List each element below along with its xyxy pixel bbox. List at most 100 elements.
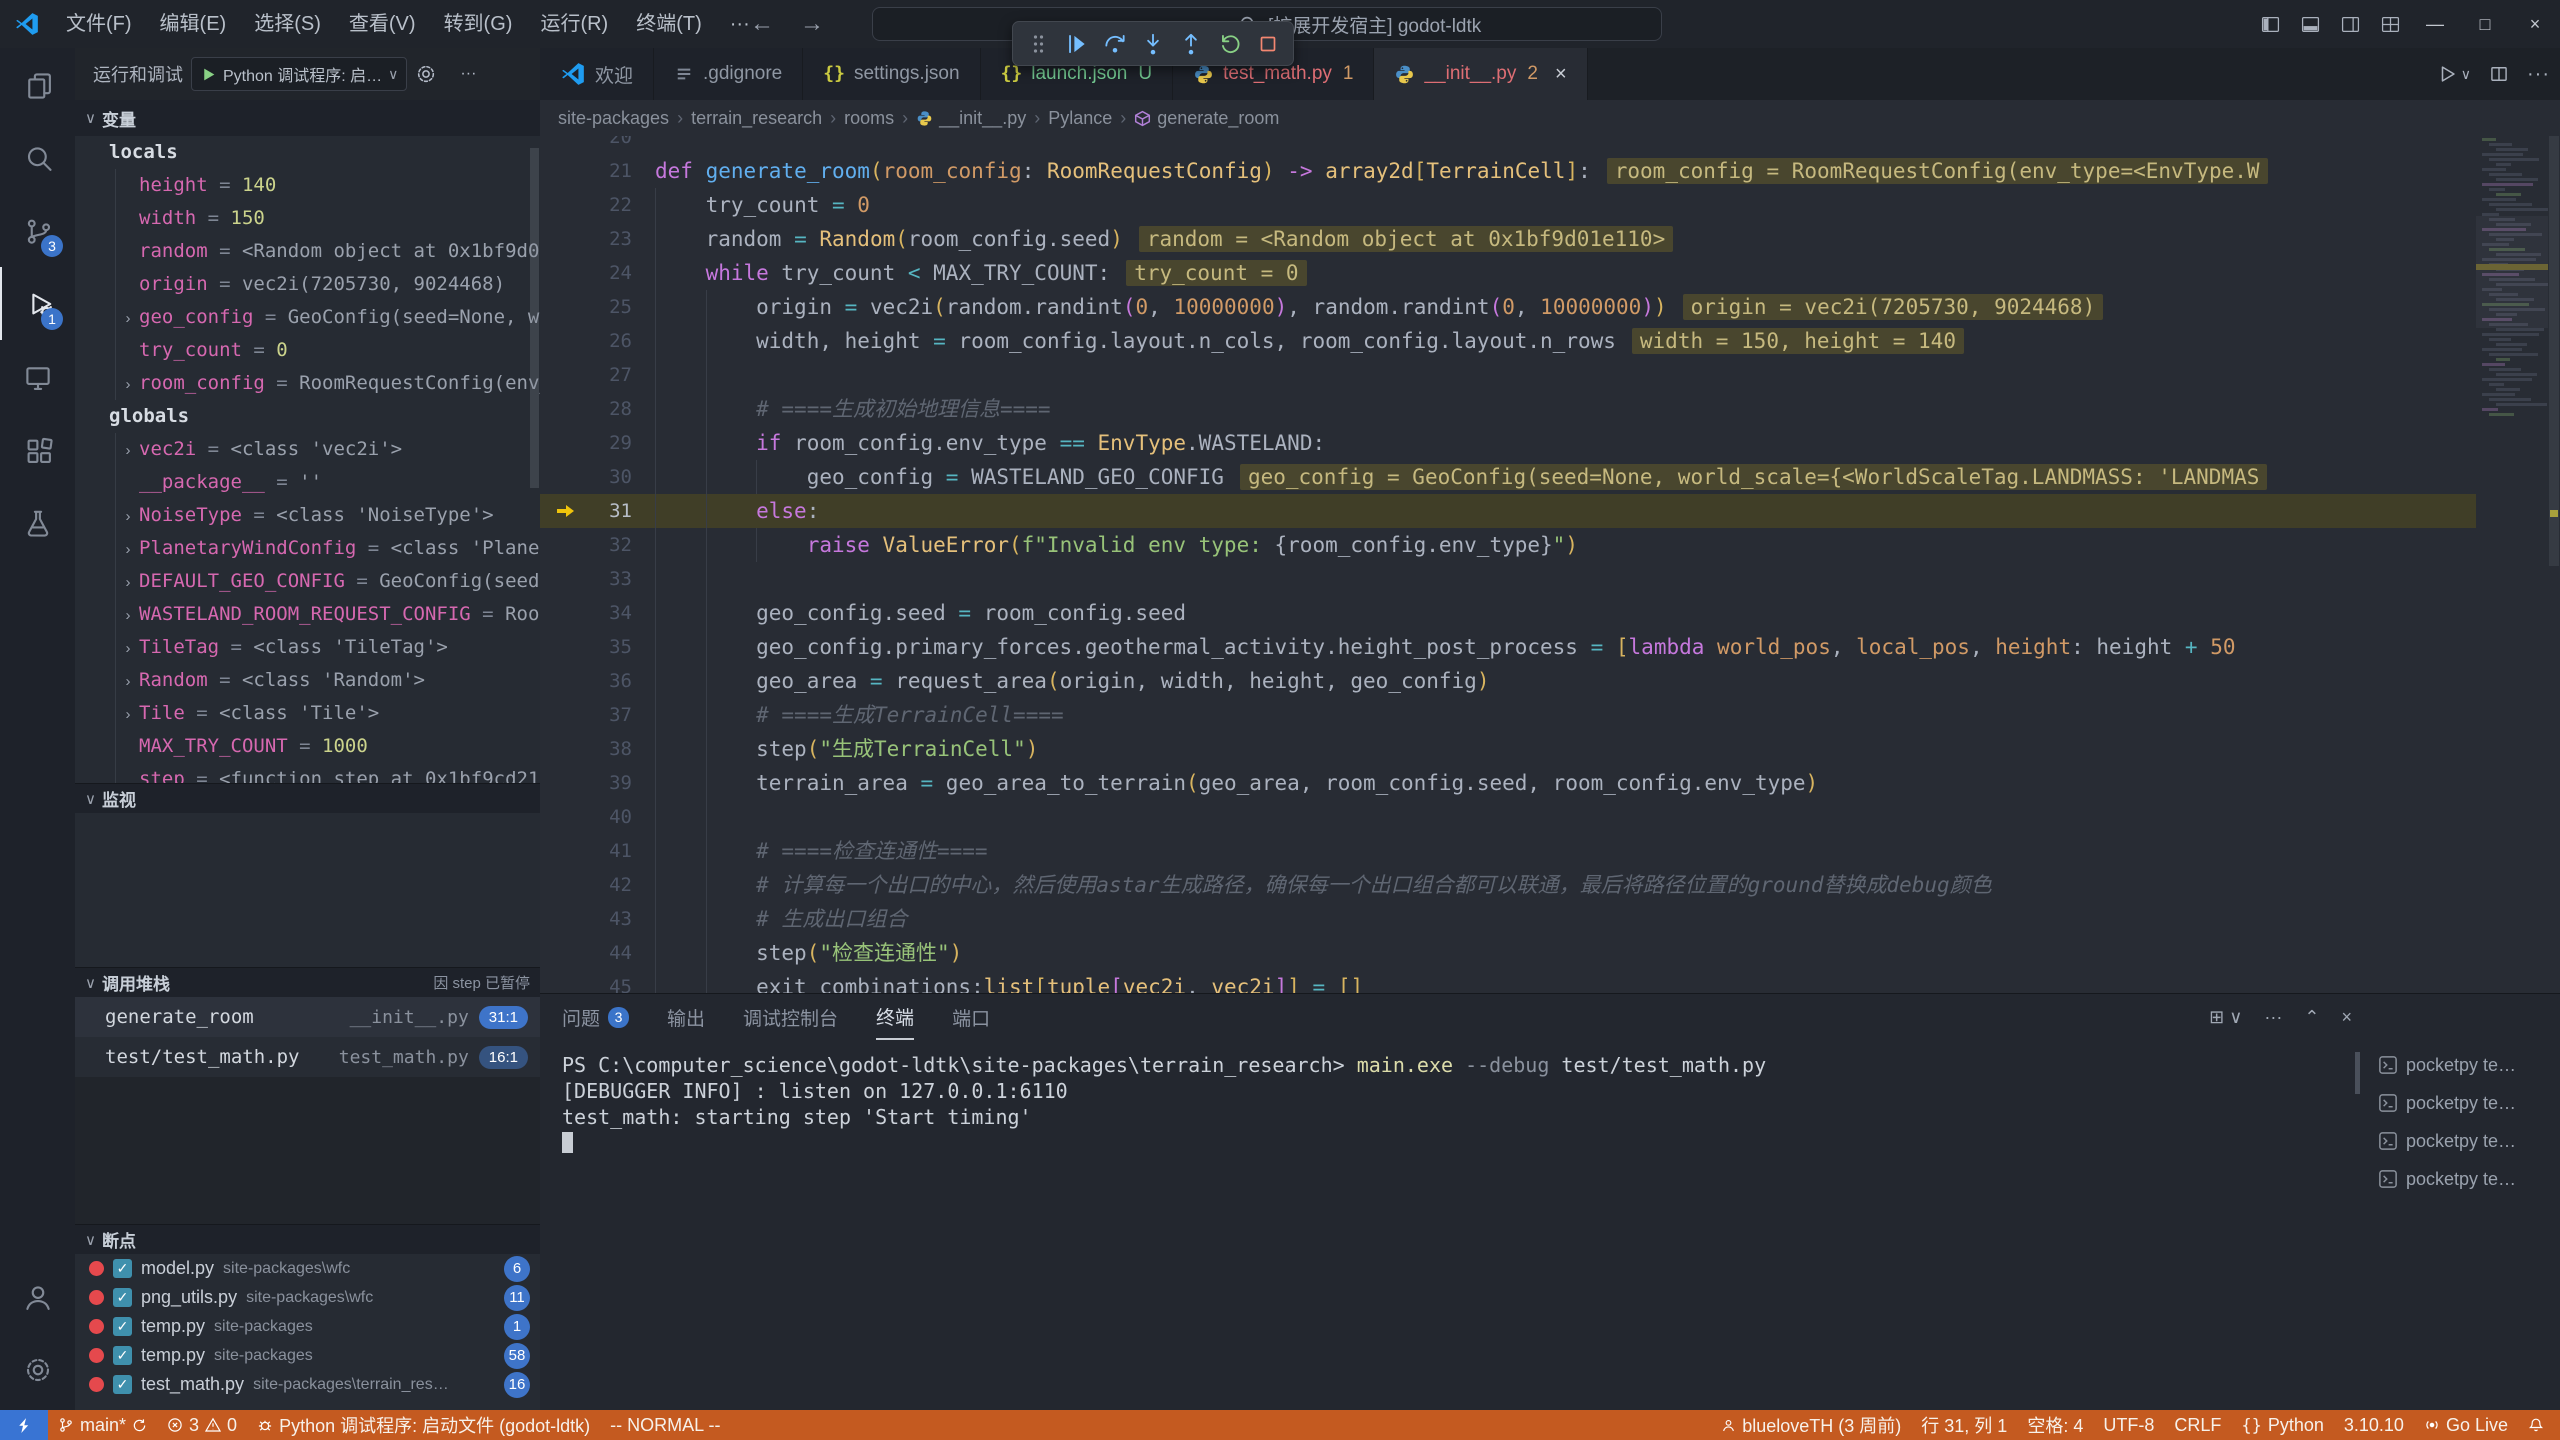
restart-icon[interactable] bbox=[1213, 27, 1247, 61]
variable-row[interactable]: ›vec2i = <class 'vec2i'> bbox=[75, 433, 540, 466]
code-line-35[interactable]: 35geo_config.primary_forces.geothermal_a… bbox=[540, 630, 2476, 664]
variable-row[interactable]: ›DEFAULT_GEO_CONFIG = GeoConfig(seed=1… bbox=[75, 565, 540, 598]
breadcrumb-item[interactable]: rooms bbox=[844, 108, 894, 129]
code-line-26[interactable]: 26width, height = room_config.layout.n_c… bbox=[540, 324, 2476, 358]
code-line-23[interactable]: 23random = Random(room_config.seed)rando… bbox=[540, 222, 2476, 256]
code-line-31[interactable]: 31else: bbox=[540, 494, 2476, 528]
run-python-file-icon[interactable] bbox=[2437, 63, 2459, 85]
variable-row[interactable]: MAX_TRY_COUNT = 1000 bbox=[75, 730, 540, 763]
variable-row[interactable]: globals bbox=[75, 400, 540, 433]
terminal-output[interactable]: PS C:\computer_science\godot-ldtk\site-p… bbox=[562, 1052, 2332, 1156]
menu-item-3[interactable]: 选择(S) bbox=[240, 0, 335, 48]
variable-row[interactable]: random = <Random object at 0x1bf9d01e… bbox=[75, 235, 540, 268]
expand-chevron-icon[interactable]: › bbox=[117, 434, 139, 466]
panel-tab-调试控制台[interactable]: 调试控制台 bbox=[743, 994, 838, 1040]
more-actions-icon[interactable]: ··· bbox=[2264, 1007, 2282, 1028]
variable-row[interactable]: ›WASTELAND_ROOM_REQUEST_CONFIG = RoomR… bbox=[75, 598, 540, 631]
callstack-frame[interactable]: generate_room__init__.py31:1 bbox=[75, 997, 540, 1037]
terminal-list-item[interactable]: pocketpy te… bbox=[2368, 1122, 2560, 1160]
tab-[interactable]: 欢迎 bbox=[540, 48, 654, 100]
code-line-21[interactable]: 21def generate_room(room_config: RoomReq… bbox=[540, 154, 2476, 188]
start-debug-icon[interactable] bbox=[200, 66, 217, 83]
expand-chevron-icon[interactable]: › bbox=[117, 665, 139, 697]
tab-__init__.py[interactable]: __init__.py2× bbox=[1374, 48, 1587, 100]
expand-chevron-icon[interactable]: › bbox=[117, 566, 139, 598]
code-line-38[interactable]: 38step("生成TerrainCell") bbox=[540, 732, 2476, 766]
panel-tab-输出[interactable]: 输出 bbox=[667, 994, 705, 1040]
activitybar-search[interactable] bbox=[0, 121, 75, 194]
breakpoint-checkbox[interactable]: ✓ bbox=[113, 1346, 132, 1365]
expand-chevron-icon[interactable]: › bbox=[117, 698, 139, 730]
breakpoint-row[interactable]: ✓temp.pysite-packages1 bbox=[75, 1312, 540, 1341]
activitybar-accounts[interactable] bbox=[0, 1260, 75, 1333]
sidebar-more-icon[interactable]: ··· bbox=[453, 65, 483, 83]
nav-back-icon[interactable]: ← bbox=[742, 0, 782, 48]
panel-tab-端口[interactable]: 端口 bbox=[952, 994, 990, 1040]
expand-chevron-icon[interactable]: › bbox=[117, 632, 139, 664]
step-over-icon[interactable] bbox=[1098, 27, 1132, 61]
variable-row[interactable]: height = 140 bbox=[75, 169, 540, 202]
drag-grip-icon[interactable] bbox=[1021, 27, 1055, 61]
code-line-29[interactable]: 29if room_config.env_type == EnvType.WAS… bbox=[540, 426, 2476, 460]
variable-row[interactable]: step = <function step at 0x1bf9cd216d bbox=[75, 763, 540, 783]
expand-chevron-icon[interactable]: › bbox=[117, 599, 139, 631]
activitybar-remote-explorer[interactable] bbox=[0, 340, 75, 413]
breakpoint-checkbox[interactable]: ✓ bbox=[113, 1259, 132, 1278]
breakpoint-checkbox[interactable]: ✓ bbox=[113, 1288, 132, 1307]
expand-chevron-icon[interactable]: › bbox=[117, 368, 139, 400]
watch-section-header[interactable]: ∨ 监视 bbox=[75, 783, 540, 813]
code-line-39[interactable]: 39terrain_area = geo_area_to_terrain(geo… bbox=[540, 766, 2476, 800]
terminal-views-icon[interactable]: ⊞ ∨ bbox=[2209, 1007, 2242, 1028]
expand-chevron-icon[interactable]: › bbox=[117, 302, 139, 334]
code-line-44[interactable]: 44step("检查连通性") bbox=[540, 936, 2476, 970]
terminal-scrollbar[interactable] bbox=[2355, 1052, 2360, 1094]
code-line-41[interactable]: 41# ====检查连通性==== bbox=[540, 834, 2476, 868]
variable-row[interactable]: ›room_config = RoomRequestConfig(env_t… bbox=[75, 367, 540, 400]
toggle-primary-sidebar-icon[interactable] bbox=[2250, 0, 2290, 48]
variable-row[interactable]: locals bbox=[75, 136, 540, 169]
sidebar-scrollbar[interactable] bbox=[530, 148, 539, 488]
editor-scrollbar-thumb[interactable] bbox=[2549, 136, 2559, 566]
nav-forward-icon[interactable]: → bbox=[792, 0, 832, 48]
chevron-down-icon[interactable]: ∨ bbox=[2461, 66, 2471, 83]
step-out-icon[interactable] bbox=[1174, 27, 1208, 61]
breadcrumb-item[interactable]: site-packages bbox=[558, 108, 669, 129]
code-line-25[interactable]: 25origin = vec2i(random.randint(0, 10000… bbox=[540, 290, 2476, 324]
breadcrumb-item[interactable]: terrain_research bbox=[691, 108, 822, 129]
variables-section-header[interactable]: ∨ 变量 bbox=[75, 100, 540, 136]
statusbar-cursor-position[interactable]: 行 31, 列 1 bbox=[1911, 1410, 2017, 1440]
panel-tab-问题[interactable]: 问题3 bbox=[562, 994, 629, 1040]
tab-close-icon[interactable]: × bbox=[1555, 63, 1567, 86]
variable-row[interactable]: ›Random = <class 'Random'> bbox=[75, 664, 540, 697]
stop-icon[interactable] bbox=[1251, 27, 1285, 61]
code-line-20[interactable]: 20 bbox=[540, 136, 2476, 154]
variable-row[interactable]: width = 150 bbox=[75, 202, 540, 235]
statusbar-gitlens-author[interactable]: blueloveTH (3 周前) bbox=[1711, 1410, 1911, 1440]
statusbar-vim-mode[interactable]: -- NORMAL -- bbox=[600, 1410, 730, 1440]
variable-row[interactable]: ›PlanetaryWindConfig = <class 'Planeta… bbox=[75, 532, 540, 565]
code-line-34[interactable]: 34geo_config.seed = room_config.seed bbox=[540, 596, 2476, 630]
statusbar-debug-session[interactable]: Python 调试程序: 启动文件 (godot-ldtk) bbox=[247, 1410, 600, 1440]
code-line-32[interactable]: 32raise ValueError(f"Invalid env type: {… bbox=[540, 528, 2476, 562]
code-editor[interactable]: 2021def generate_room(room_config: RoomR… bbox=[540, 136, 2476, 993]
menu-item-5[interactable]: 转到(G) bbox=[430, 0, 527, 48]
activitybar-testing[interactable] bbox=[0, 486, 75, 559]
statusbar-indentation[interactable]: 空格: 4 bbox=[2017, 1410, 2093, 1440]
breakpoints-section-header[interactable]: ∨ 断点 bbox=[75, 1224, 540, 1254]
variable-row[interactable]: ›TileTag = <class 'TileTag'> bbox=[75, 631, 540, 664]
run-python-file[interactable]: ∨ bbox=[2437, 63, 2471, 85]
maximize-button[interactable]: □ bbox=[2460, 0, 2510, 48]
code-line-28[interactable]: 28# ====生成初始地理信息==== bbox=[540, 392, 2476, 426]
menu-item-4[interactable]: 查看(V) bbox=[335, 0, 430, 48]
statusbar-encoding[interactable]: UTF-8 bbox=[2093, 1410, 2164, 1440]
activitybar-extensions[interactable] bbox=[0, 413, 75, 486]
overview-ruler[interactable] bbox=[2548, 136, 2560, 993]
code-line-24[interactable]: 24while try_count < MAX_TRY_COUNT:try_co… bbox=[540, 256, 2476, 290]
terminal-list-item[interactable]: pocketpy te… bbox=[2368, 1084, 2560, 1122]
tab-settings.json[interactable]: {}settings.json bbox=[803, 48, 980, 100]
maximize-panel-icon[interactable]: ⌃ bbox=[2304, 1007, 2319, 1028]
close-panel-icon[interactable]: × bbox=[2341, 1007, 2352, 1028]
menu-item-7[interactable]: 终端(T) bbox=[622, 0, 716, 48]
expand-chevron-icon[interactable]: › bbox=[117, 500, 139, 532]
minimize-button[interactable]: — bbox=[2410, 0, 2460, 48]
